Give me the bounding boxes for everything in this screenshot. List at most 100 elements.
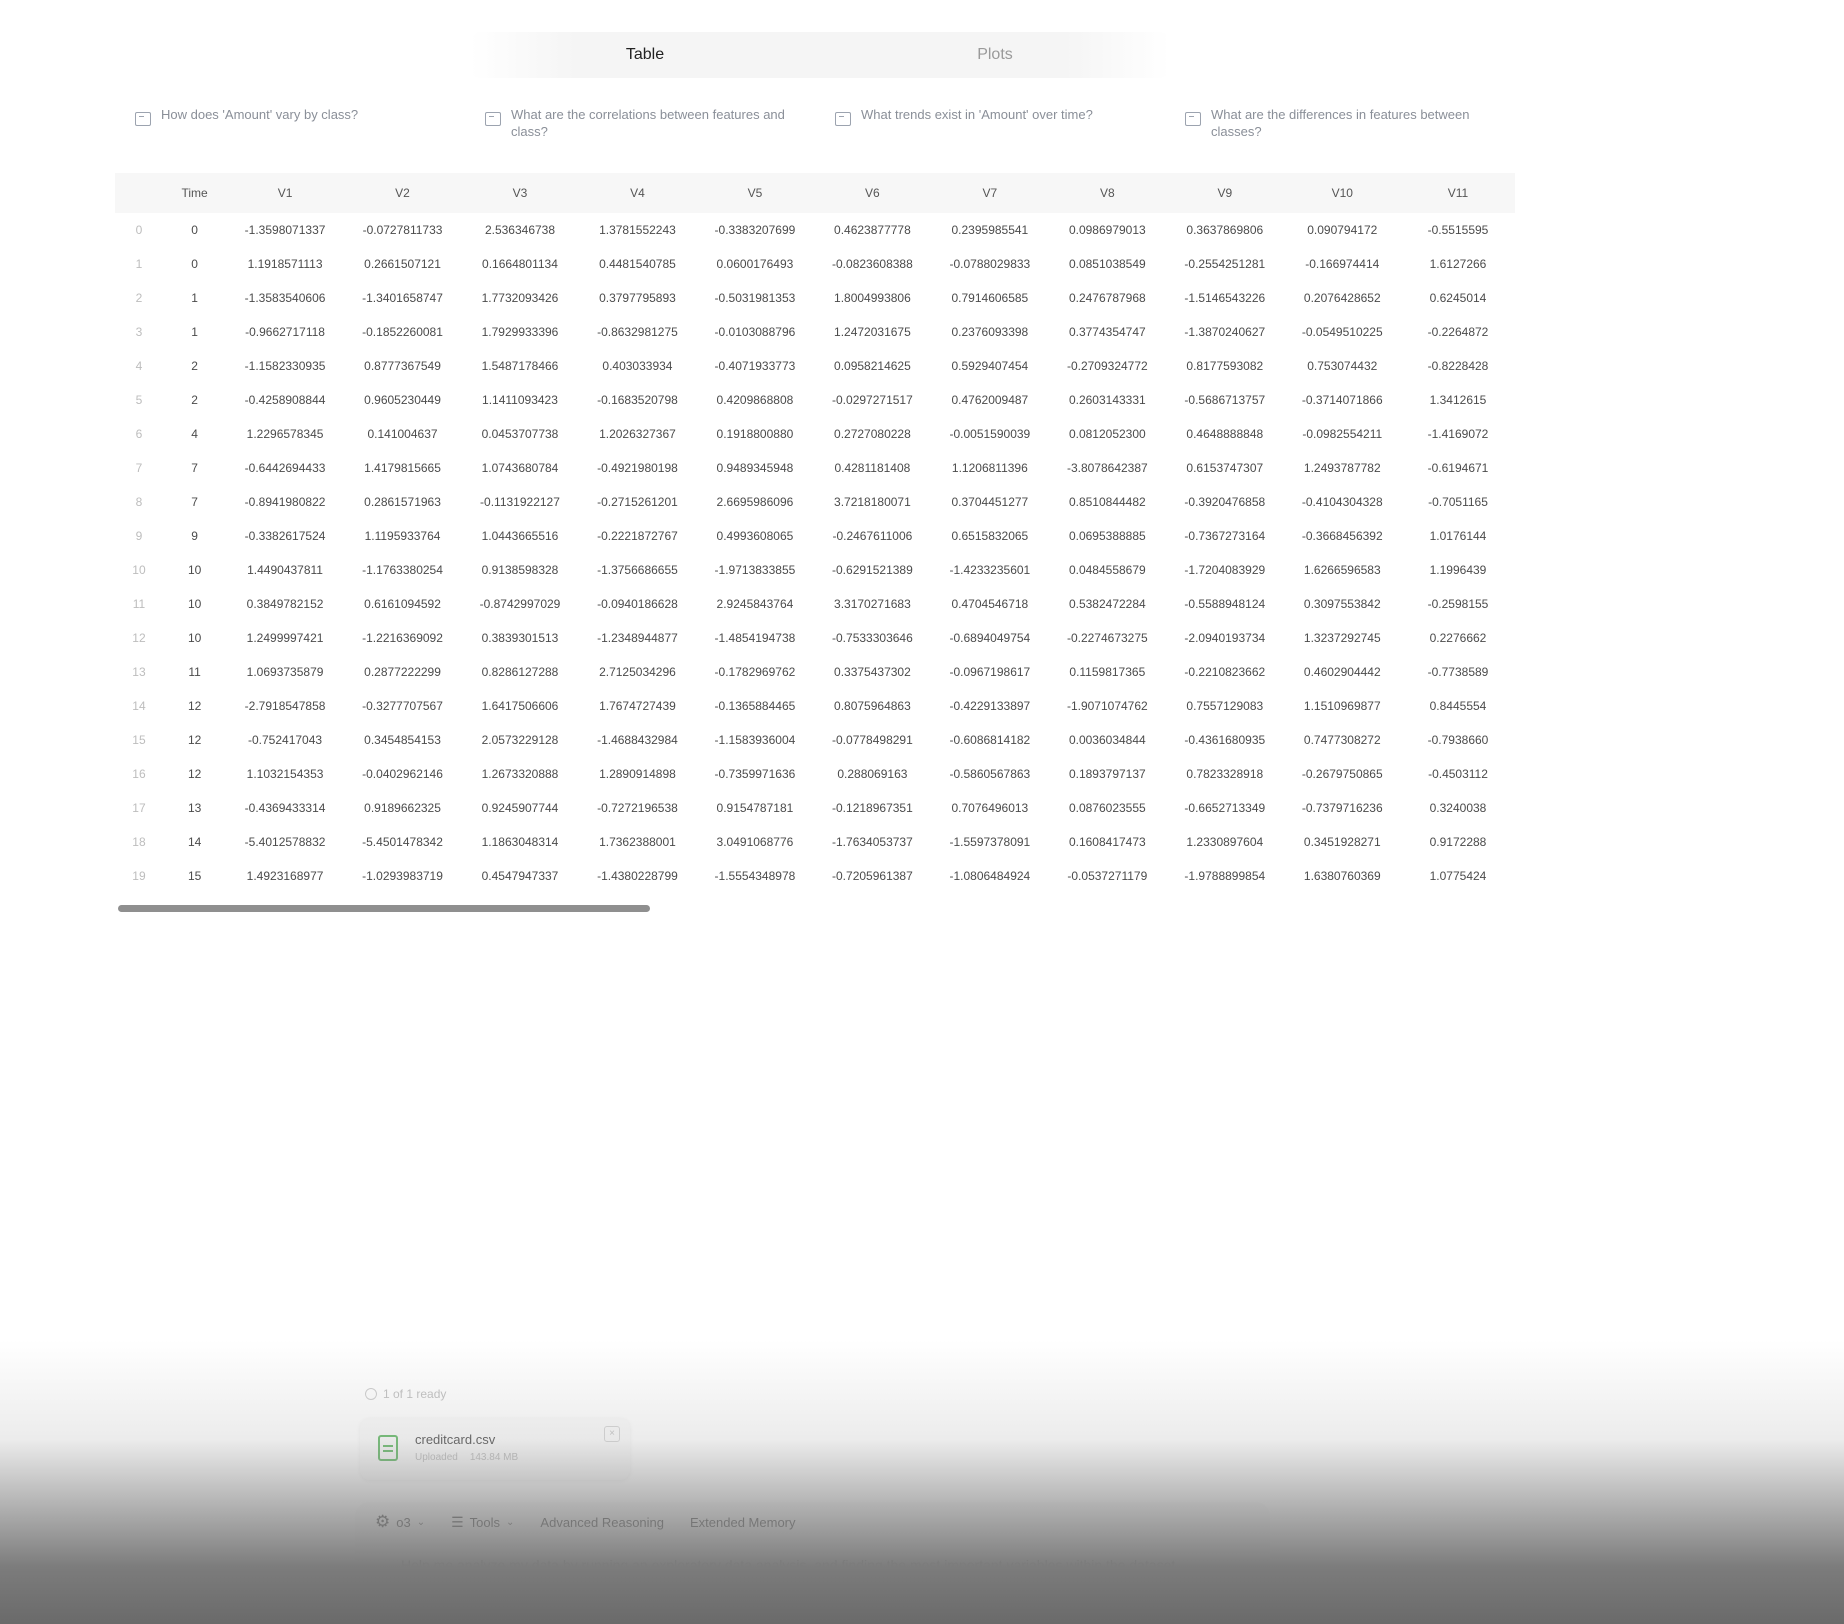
row-index-cell: 12 xyxy=(132,631,146,645)
table-cell: -0.4229133897 xyxy=(949,699,1031,713)
table-cell: -1.4169072 xyxy=(1427,427,1489,441)
tab-table[interactable]: Table xyxy=(470,32,820,78)
table-cell: -1.3870240627 xyxy=(1184,325,1266,339)
chart-icon xyxy=(135,112,151,126)
row-index-cell: 17 xyxy=(132,801,146,815)
table-cell: -0.4361680935 xyxy=(1184,733,1266,747)
table-cell: -1.9788899854 xyxy=(1184,869,1266,883)
chart-icon xyxy=(835,112,851,126)
table-cell: 0.9189662325 xyxy=(364,801,441,815)
column-header: V2 xyxy=(343,173,462,213)
table-cell: 0.3454854153 xyxy=(364,733,441,747)
table-cell: 1.1510969877 xyxy=(1303,699,1381,713)
row-index-cell: 19 xyxy=(132,869,146,883)
table-cell: 0.3849782152 xyxy=(246,597,324,611)
table-cell: -1.9713833855 xyxy=(714,563,796,577)
table-row: 2 1 -1.3583540606 -1.3401658747 1.7732093426… xyxy=(115,281,1515,315)
table-cell: -0.4258908844 xyxy=(244,393,326,407)
table-cell: -0.0537271179 xyxy=(1067,869,1148,883)
table-cell: 0.6153747307 xyxy=(1186,461,1264,475)
table-cell: 1.6266596583 xyxy=(1303,563,1381,577)
table-cell: -1.0806484924 xyxy=(949,869,1031,883)
table-cell: -0.2679750865 xyxy=(1301,767,1383,781)
upload-status-text: 1 of 1 ready xyxy=(383,1387,447,1401)
table-cell: 0.4648888848 xyxy=(1186,427,1264,441)
attachment-card[interactable]: creditcard.csv Uploaded 143.84 MB × xyxy=(360,1418,630,1480)
tools-menu[interactable]: ☰ Tools ⌄ xyxy=(451,1514,514,1531)
column-header: Time xyxy=(162,173,227,213)
table-cell: 1.2472031675 xyxy=(834,325,911,339)
table-cell: -0.3277707567 xyxy=(362,699,443,713)
table-cell: -1.1582330935 xyxy=(244,359,326,373)
row-index-cell: 2 xyxy=(135,291,143,305)
table-cell: 11 xyxy=(188,665,201,679)
table-cell: 0.288069163 xyxy=(837,767,908,781)
table-cell: -0.5031981353 xyxy=(714,291,796,305)
advanced-reasoning-toggle[interactable]: Advanced Reasoning xyxy=(540,1515,664,1530)
table-cell: -0.7272196538 xyxy=(597,801,678,815)
tab-plots[interactable]: Plots xyxy=(820,32,1170,78)
table-cell: 1.7362388001 xyxy=(599,835,676,849)
send-button[interactable]: ↑ xyxy=(1215,1569,1249,1603)
model-selector[interactable]: ⚙ o3 ⌄ xyxy=(375,1512,425,1532)
table-cell: 0.8075964863 xyxy=(834,699,911,713)
table-cell: 0.4281181408 xyxy=(834,461,911,475)
table-cell: 0.2395985541 xyxy=(951,223,1029,237)
suggestion-chip[interactable]: What are the correlations between featur… xyxy=(475,100,825,148)
table-cell: 0.0851038549 xyxy=(1068,257,1146,271)
spreadsheet-file-icon xyxy=(378,1435,398,1461)
table-cell: 1.6127266 xyxy=(1429,257,1487,271)
table-cell: 10 xyxy=(187,597,202,611)
table-cell: 1.7929933396 xyxy=(481,325,559,339)
table-cell: 0.4993608065 xyxy=(716,529,794,543)
table-cell: 0.9172288 xyxy=(1429,835,1487,849)
table-cell: -0.6291521389 xyxy=(832,563,913,577)
advanced-reasoning-label: Advanced Reasoning xyxy=(540,1514,665,1530)
data-table-container[interactable]: Time V1 V2 V3 V4 V5 V6 V7 V8 V9 V10 V11 0 0 -1.359807… xyxy=(115,173,1515,895)
table-row: 6 4 1.2296578345 0.141004637 0.0453707738 1.2… xyxy=(115,417,1515,451)
table-cell: -0.0982554211 xyxy=(1302,427,1383,441)
table-cell: 0.4547947337 xyxy=(481,869,559,883)
table-cell: -0.0297271517 xyxy=(832,393,913,407)
attachment-meta: Uploaded 143.84 MB xyxy=(415,1452,518,1463)
table-cell: -0.4503112 xyxy=(1428,767,1488,781)
extended-memory-toggle[interactable]: Extended Memory xyxy=(690,1515,796,1530)
table-row: 1 0 1.1918571113 0.2661507121 0.1664801134 0.… xyxy=(115,247,1515,281)
table-cell: 0.4704546718 xyxy=(951,597,1029,611)
table-cell: -0.2709324772 xyxy=(1066,359,1148,373)
suggestion-chip[interactable]: How does 'Amount' vary by class? xyxy=(125,100,475,148)
table-cell: -0.4921980198 xyxy=(597,461,678,475)
table-cell: -0.0778498291 xyxy=(832,733,913,747)
table-cell: 1.1996439 xyxy=(1429,563,1487,577)
column-header: V5 xyxy=(696,173,814,213)
table-cell: -0.6894049754 xyxy=(949,631,1031,645)
table-cell: -0.0823608388 xyxy=(832,257,913,271)
column-header: V9 xyxy=(1166,173,1284,213)
table-cell: -0.7738589 xyxy=(1427,665,1489,679)
table-cell: -3.8078642387 xyxy=(1066,461,1148,475)
suggestion-chip[interactable]: What trends exist in 'Amount' over time? xyxy=(825,100,1175,148)
table-cell: 1.2330897604 xyxy=(1186,835,1264,849)
table-cell: -1.1763380254 xyxy=(362,563,443,577)
table-cell: -0.7533303646 xyxy=(832,631,913,645)
suggestion-text: What are the correlations between featur… xyxy=(511,107,785,139)
suggestion-chip[interactable]: What are the differences in features bet… xyxy=(1175,100,1525,148)
prompt-input[interactable]: Help me analyze my data by running an ex… xyxy=(401,1554,1201,1576)
horizontal-scrollbar[interactable] xyxy=(118,905,650,912)
column-header: V1 xyxy=(226,173,344,213)
table-cell: 1.2499997421 xyxy=(246,631,324,645)
table-cell: 1.8004993806 xyxy=(834,291,911,305)
table-cell: 0.141004637 xyxy=(367,427,438,441)
column-header: V11 xyxy=(1401,173,1515,213)
add-attachment-button[interactable]: + xyxy=(369,1573,389,1593)
remove-attachment-button[interactable]: × xyxy=(604,1426,620,1442)
table-cell: 0.3240038 xyxy=(1429,801,1487,815)
column-header: V8 xyxy=(1048,173,1167,213)
table-cell: 2 xyxy=(191,359,198,373)
table-cell: -1.5554348978 xyxy=(714,869,796,883)
table-cell: -1.2216369092 xyxy=(362,631,443,645)
table-cell: -0.752417043 xyxy=(248,733,323,747)
table-cell: -1.7634053737 xyxy=(832,835,913,849)
table-cell: 1.6417506606 xyxy=(481,699,559,713)
table-cell: 0.1893797137 xyxy=(1068,767,1146,781)
